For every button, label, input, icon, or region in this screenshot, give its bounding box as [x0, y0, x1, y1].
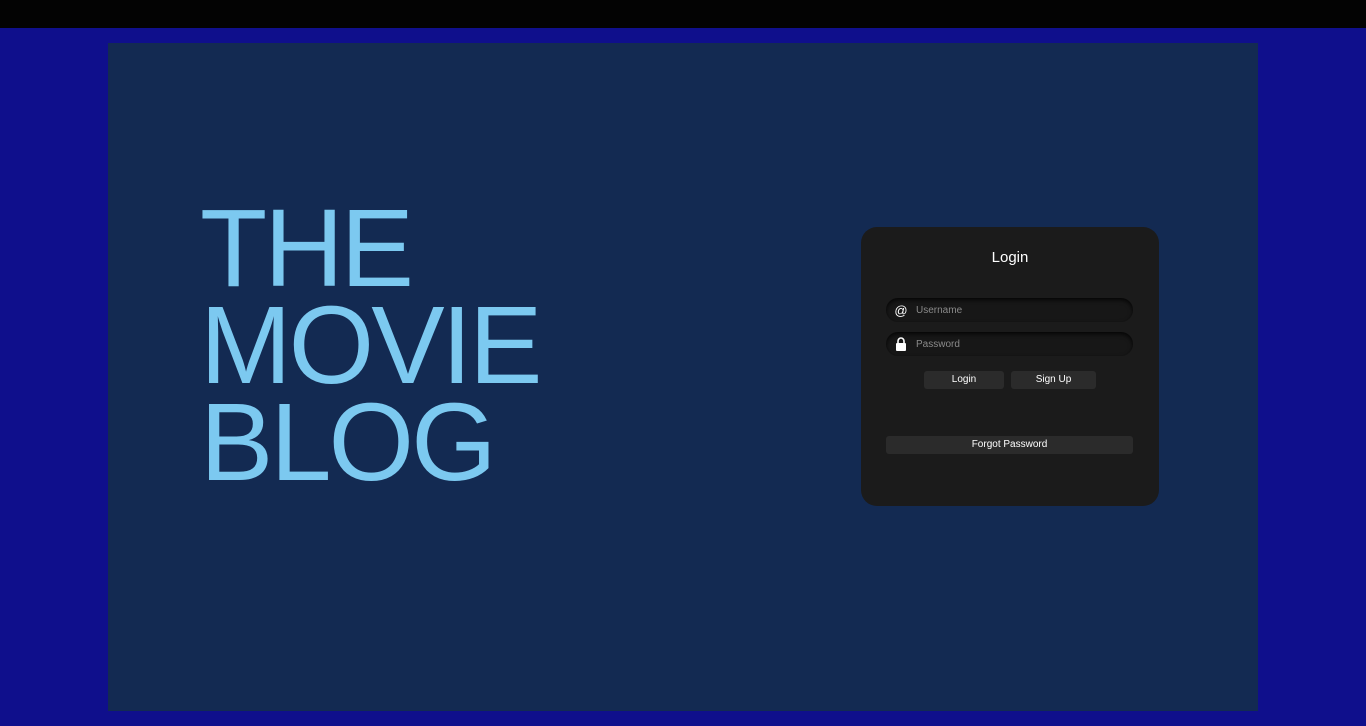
login-button[interactable]: Login	[924, 371, 1004, 389]
username-input[interactable]	[916, 304, 1133, 316]
lock-icon-svg	[896, 337, 906, 351]
forgot-password-button[interactable]: Forgot Password	[886, 436, 1133, 454]
top-bar	[0, 0, 1366, 28]
login-title: Login	[991, 249, 1029, 266]
password-input[interactable]	[916, 338, 1133, 350]
site-title: THE MOVIE BLOG	[200, 187, 542, 504]
username-field[interactable]: @	[886, 298, 1133, 322]
lock-icon	[886, 337, 916, 351]
site-title-line-3: BLOG	[200, 381, 497, 504]
sign-up-button[interactable]: Sign Up	[1011, 371, 1096, 389]
at-icon: @	[894, 302, 908, 318]
site-title-line-2: MOVIE	[200, 284, 542, 407]
password-field[interactable]	[886, 332, 1133, 356]
login-card: Login @ Login Sign Up Forgot Password	[861, 227, 1159, 506]
site-title-line-1: THE	[200, 187, 414, 310]
